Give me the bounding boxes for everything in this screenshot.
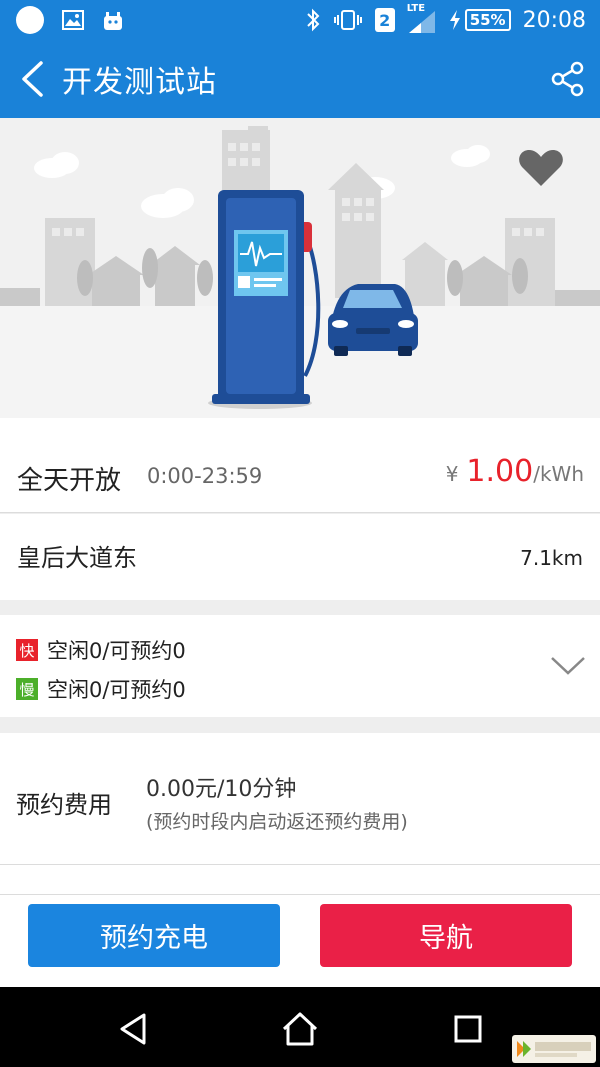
home-nav-icon[interactable] [280,1009,320,1049]
slow-pile-text: 空闲0/可预约0 [47,678,186,702]
charging-station-illustration [0,126,600,418]
sim-icon: 2 [374,8,395,32]
battery-indicator: 55% [449,9,511,31]
fee-value: 0.00元/10分钟 [146,777,297,802]
page-title: 开发测试站 [62,65,217,100]
price: ¥ 1.00 /kWh [446,454,584,489]
back-arrow-icon [22,61,43,97]
heart-icon [519,150,563,186]
notification-circle-icon [16,6,44,34]
station-address: 皇后大道东 [17,544,137,572]
app-bar: 开发测试站 [0,40,600,118]
recent-apps-icon[interactable] [448,1009,488,1049]
system-nav-bar [0,987,600,1067]
reservation-fee-row: 预约费用 0.00元/10分钟 (预约时段内启动返还预约费用) [0,733,600,865]
fee-label: 预约费用 [16,791,112,819]
slow-pile-status: 慢 空闲0/可预约0 [16,674,186,704]
price-value: 1.00 [466,454,534,489]
chevron-down-icon[interactable] [550,655,586,677]
station-illustration [0,118,600,418]
content-spacer [0,865,600,895]
navigate-button[interactable]: 导航 [320,904,572,967]
watermark-logo [512,1035,596,1063]
price-unit: /kWh [533,462,584,486]
image-notification-icon [62,10,84,30]
android-notification-icon [104,12,122,30]
watermark-brand-logo [517,1041,591,1057]
reserve-charging-button[interactable]: 预约充电 [28,904,280,967]
share-icon [551,61,584,97]
bluetooth-icon [306,8,320,32]
address-row[interactable]: 皇后大道东 7.1km [0,514,600,600]
clock: 20:08 [522,7,586,33]
share-button[interactable] [536,40,600,118]
fast-pile-text: 空闲0/可预约0 [47,639,186,663]
back-nav-icon[interactable] [114,1009,154,1049]
back-button[interactable] [0,40,64,118]
fast-badge: 快 [16,639,38,661]
charging-icon [449,10,460,30]
battery-level: 55% [464,9,511,31]
fast-pile-status: 快 空闲0/可预约0 [16,635,186,665]
vibrate-icon [333,10,362,30]
favorite-button[interactable] [518,148,564,192]
slow-badge: 慢 [16,678,38,700]
station-distance: 7.1km [520,546,583,570]
signal-icon: LTE [407,3,437,35]
hours-price-row: 全天开放 0:00-23:59 ¥ 1.00 /kWh [0,418,600,513]
pile-status-row[interactable]: 快 空闲0/可预约0 慢 空闲0/可预约0 [0,615,600,717]
notification-icons [0,6,124,34]
status-bar: 2 LTE 55% 20:08 [0,0,600,40]
action-bar: 预约充电 导航 [0,895,600,987]
currency-symbol: ¥ [445,462,459,486]
hours-value: 0:00-23:59 [147,464,263,488]
fee-note: (预约时段内启动返还预约费用) [146,811,408,833]
hours-label: 全天开放 [17,466,122,496]
